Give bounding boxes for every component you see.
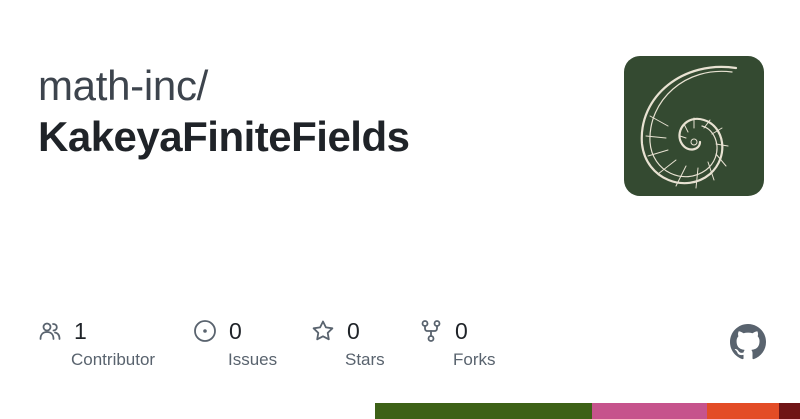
issues-label: Issues [228, 350, 278, 369]
people-icon [38, 319, 62, 343]
language-segment [778, 403, 800, 419]
stars-count: 0 [347, 318, 360, 344]
nautilus-shell-logo [640, 65, 738, 189]
stat-issues[interactable]: 0 Issues [193, 316, 277, 371]
language-segment [591, 403, 707, 419]
stat-forks[interactable]: 0 Forks [419, 316, 496, 371]
issues-count: 0 [229, 318, 242, 344]
github-logo-icon[interactable] [730, 324, 766, 360]
stat-contributors[interactable]: 1 Contributor [38, 316, 155, 371]
language-segment [375, 403, 592, 419]
forks-label: Forks [453, 350, 496, 369]
repo-owner[interactable]: math-inc/ [38, 62, 208, 110]
contributors-label: Contributor [71, 350, 156, 369]
language-bar [375, 403, 800, 419]
issue-circle-icon [193, 319, 217, 343]
stat-stars[interactable]: 0 Stars [311, 316, 385, 371]
repo-name[interactable]: KakeyaFiniteFields [38, 112, 410, 162]
contributors-count: 1 [74, 318, 87, 344]
avatar [624, 56, 764, 196]
stars-label: Stars [345, 350, 385, 369]
forks-count: 0 [455, 318, 468, 344]
fork-icon [419, 319, 443, 343]
language-segment [706, 403, 779, 419]
star-icon [311, 319, 335, 343]
